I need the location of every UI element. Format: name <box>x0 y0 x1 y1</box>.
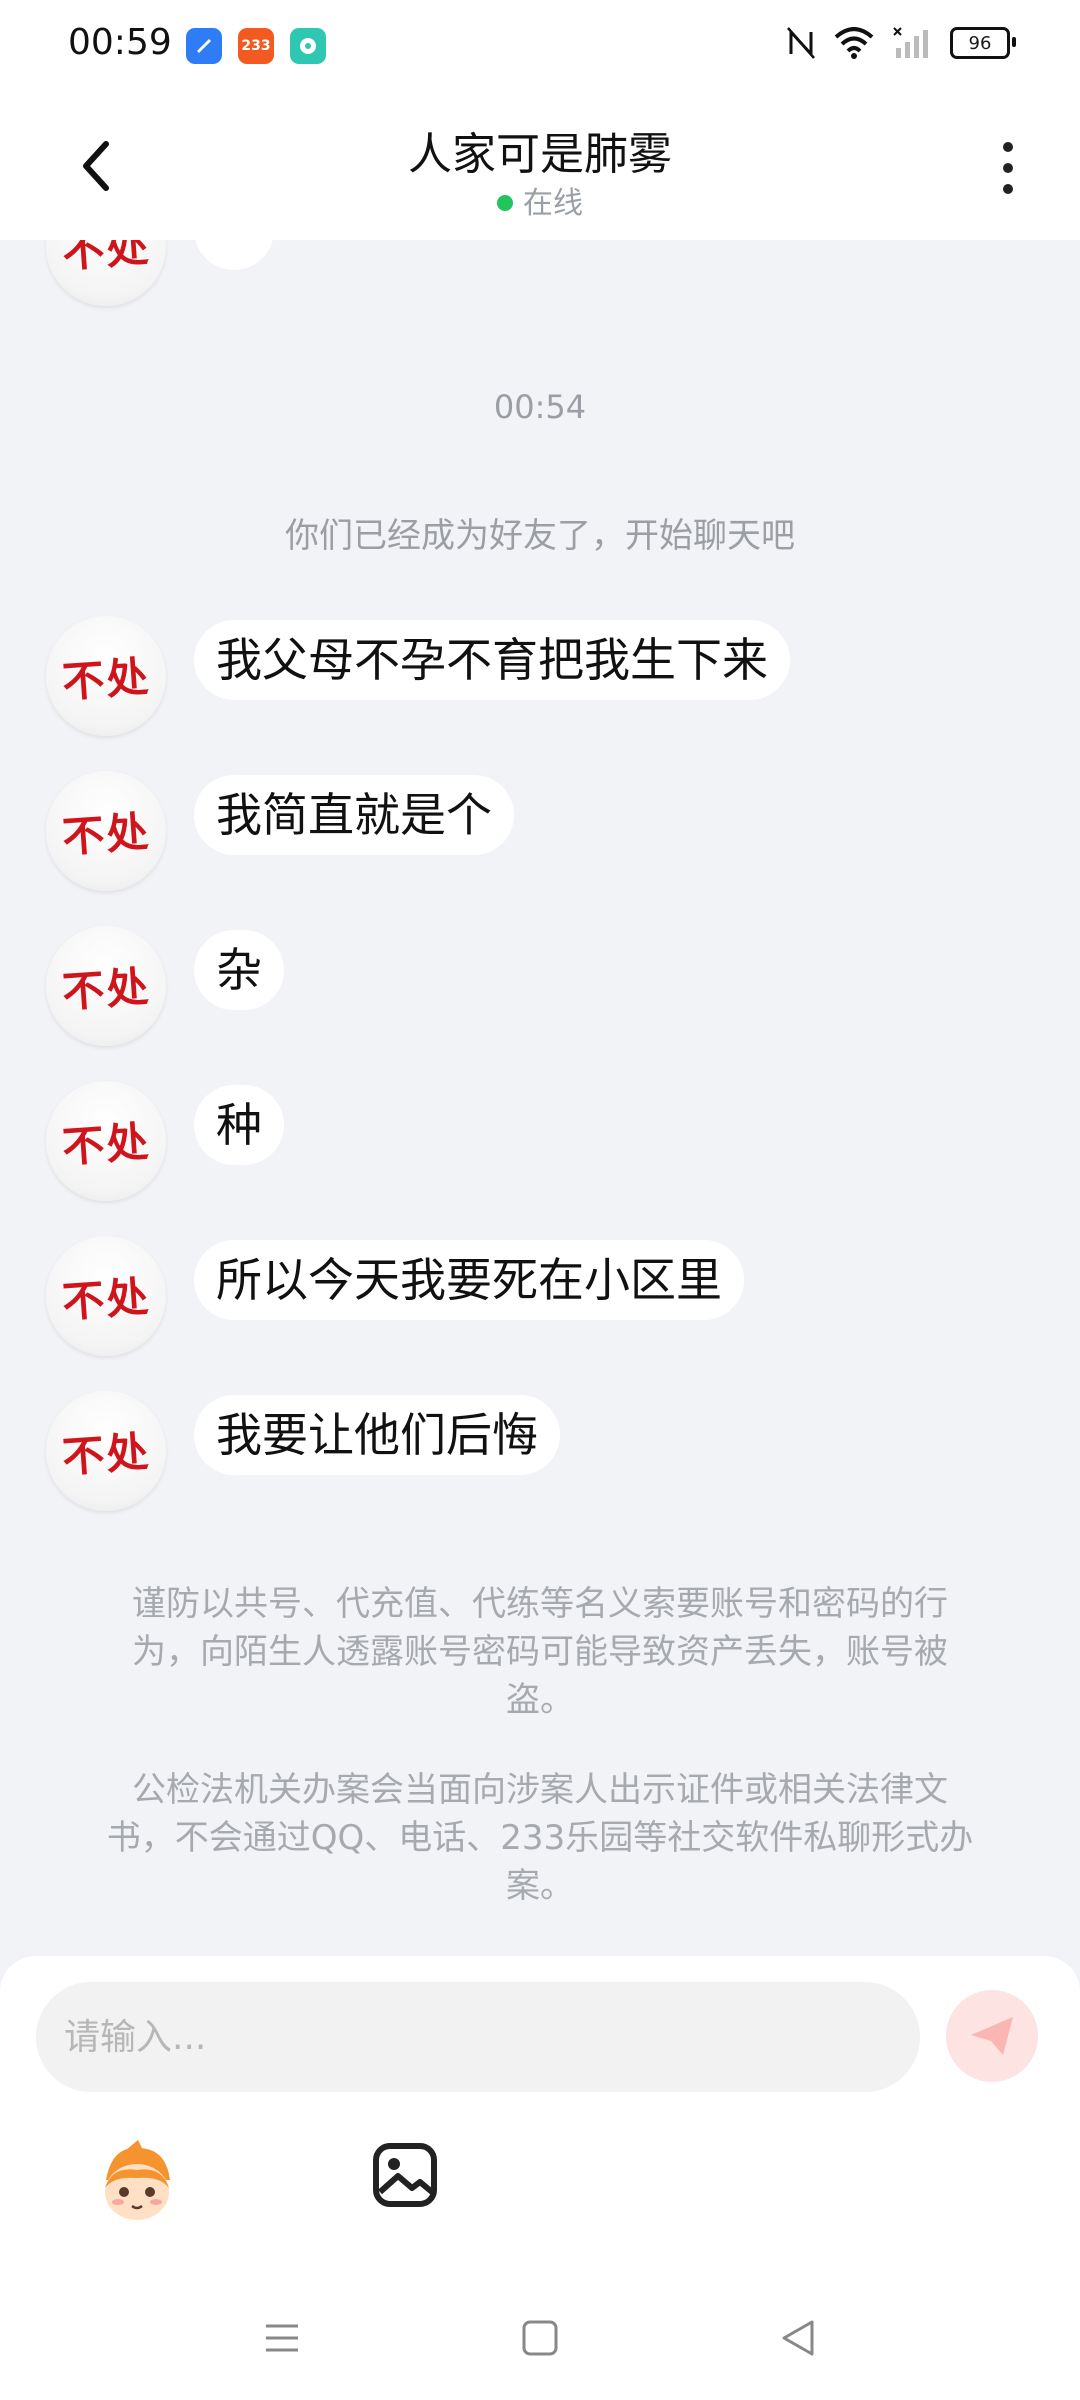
more-options-button[interactable] <box>990 138 1026 198</box>
message-input-container[interactable] <box>36 1982 920 2092</box>
message-bubble[interactable]: 我父母不孕不育把我生下来 <box>194 620 790 700</box>
presence-status: 在线 <box>0 178 1080 222</box>
home-square-icon <box>522 2320 558 2356</box>
mascot-emoji-icon <box>105 2140 170 2220</box>
input-panel <box>0 1956 1080 2276</box>
chat-header: 人家可是肺雾 在线 <box>0 96 1080 240</box>
message-bubble[interactable]: 我简直就是个 <box>194 775 514 855</box>
233-app-icon: 233 <box>238 28 274 64</box>
status-bar: 00:59 233 96 <box>0 0 1080 96</box>
message-bubble[interactable]: 我要让他们后悔 <box>194 1395 560 1475</box>
wifi-icon <box>834 27 874 59</box>
avatar[interactable]: 不处 <box>46 1236 166 1356</box>
chat-message-list[interactable]: 不处 00:54 你们已经成为好友了，开始聊天吧 不处 我父母不孕不育把我生下来… <box>0 240 1080 1956</box>
battery-icon: 96 <box>950 27 1016 59</box>
image-button[interactable] <box>370 2140 440 2210</box>
chat-app-icon <box>290 28 326 64</box>
message-bubble-partial[interactable] <box>194 240 274 270</box>
security-notice: 谨防以共号、代充值、代练等名义索要账号和密码的行为，向陌生人透露账号密码可能导致… <box>132 1584 948 1720</box>
more-vertical-icon <box>1003 142 1013 152</box>
back-triangle-icon <box>782 2320 814 2356</box>
online-dot-icon <box>497 194 513 211</box>
message-timestamp: 00:54 <box>493 388 587 426</box>
status-time: 00:59 <box>68 22 172 63</box>
status-right-icons: 96 <box>786 26 1016 60</box>
send-button[interactable] <box>946 1990 1038 2082</box>
nfc-icon <box>787 27 815 59</box>
avatar[interactable]: 不处 <box>46 926 166 1046</box>
menu-button[interactable] <box>252 2312 312 2364</box>
avatar[interactable]: 不处 <box>46 771 166 891</box>
blue-app-icon <box>186 28 222 64</box>
message-bubble[interactable]: 所以今天我要死在小区里 <box>194 1240 744 1320</box>
menu-icon <box>266 2324 298 2352</box>
paper-plane-icon <box>971 2017 1013 2055</box>
avatar[interactable]: 不处 <box>46 1391 166 1511</box>
signal-icon <box>893 27 928 58</box>
system-message: 你们已经成为好友了，开始聊天吧 <box>285 516 795 556</box>
avatar[interactable]: 不处 <box>46 616 166 736</box>
home-button[interactable] <box>510 2312 570 2364</box>
message-input[interactable] <box>36 1982 920 2092</box>
back-nav-button[interactable] <box>768 2312 828 2364</box>
presence-label: 在线 <box>523 186 583 221</box>
message-bubble[interactable]: 杂 <box>194 930 284 1010</box>
avatar[interactable]: 不处 <box>46 240 166 306</box>
system-nav-bar <box>0 2276 1080 2400</box>
avatar[interactable]: 不处 <box>46 1081 166 1201</box>
message-bubble[interactable]: 种 <box>194 1085 284 1165</box>
emoji-button[interactable] <box>92 2140 182 2230</box>
chat-title: 人家可是肺雾 <box>408 129 672 180</box>
status-app-icons: 233 <box>186 28 326 64</box>
image-icon <box>373 2143 437 2207</box>
legal-notice: 公检法机关办案会当面向涉案人出示证件或相关法律文书，不会通过QQ、电话、233乐… <box>106 1770 974 1906</box>
